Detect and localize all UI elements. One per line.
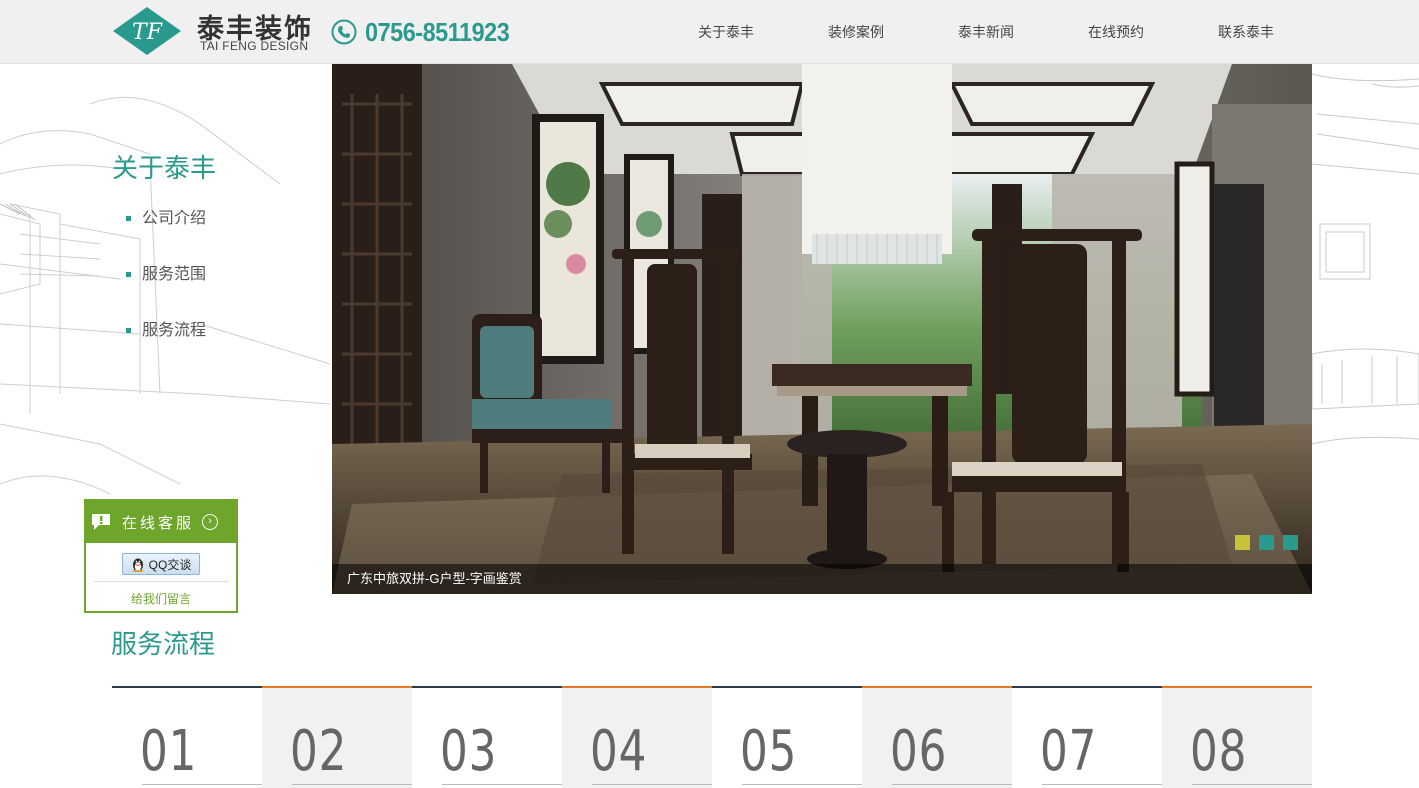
divider [742, 784, 862, 785]
sidebar-item-label: 服务范围 [142, 266, 207, 283]
sidebar-item-service-process[interactable]: 服务流程 [126, 318, 206, 374]
process-steps: 01 02 03 04 05 06 07 08 [112, 686, 1312, 788]
step-number: 08 [1190, 719, 1248, 784]
slider-pagination [1226, 535, 1298, 550]
background-sketch-right [1312, 73, 1419, 445]
process-step[interactable]: 04 [562, 686, 712, 788]
process-section-title: 服务流程 [111, 629, 216, 659]
main-nav: 关于泰丰 装修案例 泰丰新闻 在线预约 联系泰丰 [0, 22, 1419, 42]
qq-chat-label: QQ交谈 [148, 557, 192, 572]
divider [142, 784, 262, 785]
step-number: 07 [1040, 719, 1098, 784]
bullet-icon [126, 216, 131, 221]
sidebar-item-company-intro[interactable]: 公司介绍 [126, 206, 206, 262]
sidebar-item-service-scope[interactable]: 服务范围 [126, 262, 206, 318]
nav-contact[interactable]: 联系泰丰 [1218, 22, 1274, 42]
nav-cases[interactable]: 装修案例 [828, 22, 884, 42]
step-number: 01 [140, 719, 198, 784]
divider [592, 784, 712, 785]
online-service-title: 在线客服 [122, 514, 195, 532]
process-step[interactable]: 05 [712, 686, 862, 788]
sidebar-item-label: 服务流程 [142, 322, 207, 339]
nav-news[interactable]: 泰丰新闻 [958, 22, 1014, 42]
step-number: 04 [590, 719, 648, 784]
bullet-icon [126, 272, 131, 277]
divider [1192, 784, 1312, 785]
top-header: TF 泰丰装饰 TAI FENG DESIGN 0756-8511923 关于泰… [0, 0, 1419, 64]
slider-dot-2[interactable] [1259, 535, 1274, 550]
sidebar-title: 关于泰丰 [112, 153, 217, 183]
step-number: 05 [740, 719, 798, 784]
online-service-header[interactable]: 在线客服 › [86, 501, 236, 543]
process-step[interactable]: 06 [862, 686, 1012, 788]
process-step[interactable]: 07 [1012, 686, 1162, 788]
nav-booking[interactable]: 在线预约 [1088, 22, 1144, 42]
step-number: 06 [890, 719, 948, 784]
step-number: 02 [290, 719, 348, 784]
process-step[interactable]: 08 [1162, 686, 1312, 788]
process-step[interactable]: 01 [112, 686, 262, 788]
divider [292, 784, 412, 785]
chat-bubble-icon [92, 514, 110, 530]
slider-dot-3[interactable] [1283, 535, 1298, 550]
leave-message-link[interactable]: 给我们留言 [86, 590, 236, 607]
online-service-widget: 在线客服 › QQ交谈 给我们留言 [84, 499, 238, 613]
process-step[interactable]: 03 [412, 686, 562, 788]
banner-caption[interactable]: 广东中旅双拼-G户型-字画鉴赏 [347, 568, 522, 587]
divider [442, 784, 562, 785]
divider [1042, 784, 1162, 785]
sidebar-item-label: 公司介绍 [142, 210, 207, 227]
hero-banner[interactable]: 广东中旅双拼-G户型-字画鉴赏 [332, 64, 1312, 594]
divider [892, 784, 1012, 785]
process-step[interactable]: 02 [262, 686, 412, 788]
banner-image [332, 64, 1312, 594]
step-number: 03 [440, 719, 498, 784]
qq-chat-button[interactable]: QQ交谈 [122, 553, 200, 575]
nav-about[interactable]: 关于泰丰 [698, 22, 754, 42]
slider-dot-1[interactable] [1235, 535, 1250, 550]
bullet-icon [126, 328, 131, 333]
chevron-right-icon: › [202, 514, 219, 530]
qq-penguin-icon [132, 558, 144, 572]
sidebar-menu: 公司介绍 服务范围 服务流程 [126, 206, 206, 374]
divider [94, 581, 228, 582]
